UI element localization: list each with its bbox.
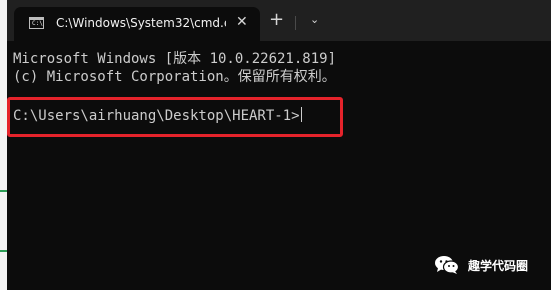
cmd-icon: C:\ bbox=[29, 17, 44, 29]
title-bar[interactable]: C:\ C:\Windows\System32\cmd.e ✕ + ⌄ bbox=[7, 0, 551, 41]
chevron-down-icon[interactable]: ⌄ bbox=[310, 13, 319, 26]
version-line: Microsoft Windows [版本 10.0.22621.819] bbox=[13, 51, 337, 67]
background-green-line bbox=[0, 250, 7, 252]
watermark-text: 趣学代码圈 bbox=[468, 258, 529, 273]
wechat-icon bbox=[434, 255, 460, 275]
terminal-window: C:\ C:\Windows\System32\cmd.e ✕ + ⌄ Micr… bbox=[0, 0, 551, 290]
close-tab-icon[interactable]: ✕ bbox=[236, 15, 248, 29]
divider bbox=[295, 16, 296, 30]
new-tab-button[interactable]: + bbox=[269, 11, 284, 29]
cmd-icon-text: C:\ bbox=[32, 20, 43, 27]
tab-title: C:\Windows\System32\cmd.e bbox=[56, 16, 226, 30]
background-green-line bbox=[0, 190, 7, 192]
watermark: 趣学代码圈 bbox=[434, 255, 528, 275]
tab-cmd[interactable]: C:\ C:\Windows\System32\cmd.e ✕ bbox=[14, 7, 260, 41]
console-output[interactable]: Microsoft Windows [版本 10.0.22621.819] (c… bbox=[7, 41, 551, 290]
copyright-line: (c) Microsoft Corporation。保留所有权利。 bbox=[13, 69, 336, 85]
highlight-box bbox=[7, 97, 343, 137]
